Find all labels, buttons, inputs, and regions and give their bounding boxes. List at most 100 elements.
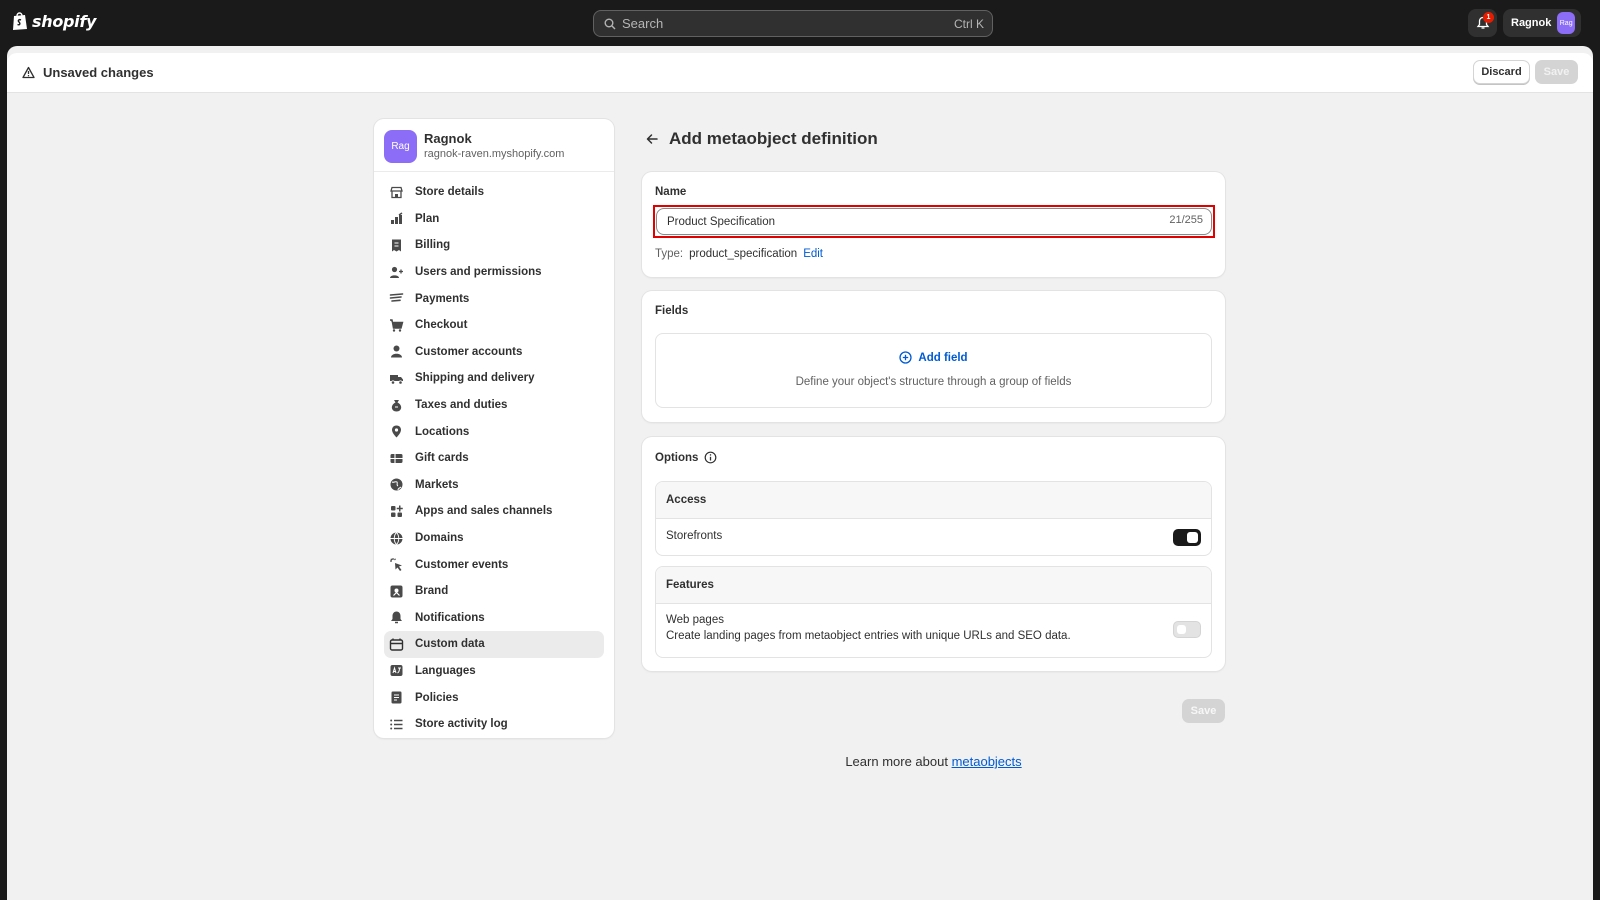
features-heading: Features	[656, 567, 1211, 604]
sidebar-item-brand[interactable]: Brand	[384, 578, 604, 605]
sidebar-item-payments[interactable]: Payments	[384, 285, 604, 312]
sidebar-item-label: Plan	[415, 212, 440, 225]
store-icon	[389, 185, 404, 200]
info-icon[interactable]	[704, 451, 717, 464]
search-bar[interactable]: Search Ctrl K	[593, 10, 993, 37]
policies-icon	[389, 690, 404, 705]
discard-button[interactable]: Discard	[1473, 60, 1530, 84]
sidebar-item-notifications[interactable]: Notifications	[384, 605, 604, 632]
list-icon	[389, 717, 404, 732]
fields-card: Fields Add field Define your object's st…	[642, 291, 1225, 422]
fields-label: Fields	[655, 305, 689, 317]
sidebar-item-label: Billing	[415, 239, 451, 252]
page-title: Add metaobject definition	[669, 129, 878, 148]
sidebar-item-shipping-and-delivery[interactable]: Shipping and delivery	[384, 365, 604, 392]
sidebar-item-users-and-permissions[interactable]: Users and permissions	[384, 259, 604, 286]
save-button-top[interactable]: Save	[1535, 60, 1578, 84]
person-icon	[389, 344, 404, 359]
sidebar-item-apps-and-sales-channels[interactable]: Apps and sales channels	[384, 498, 604, 525]
sidebar-item-label: Payments	[415, 292, 470, 305]
sidebar-item-label: Users and permissions	[415, 266, 542, 279]
sidebar-item-label: Languages	[415, 664, 476, 677]
plus-circle-icon	[899, 351, 913, 364]
options-header: Options	[655, 451, 717, 464]
sidebar-item-customer-accounts[interactable]: Customer accounts	[384, 339, 604, 366]
web-pages-toggle[interactable]	[1173, 621, 1201, 638]
user-avatar: Rag	[1557, 12, 1575, 34]
type-label: Type:	[655, 248, 684, 260]
name-input[interactable]	[656, 208, 1212, 235]
sidebar-item-store-activity-log[interactable]: Store activity log	[384, 711, 604, 738]
name-card: Name 21/255 Type: product_specification …	[642, 172, 1225, 277]
learn-more: Learn more about metaobjects	[642, 754, 1225, 769]
sidebar-item-label: Markets	[415, 478, 459, 491]
access-heading: Access	[656, 482, 1211, 519]
storefronts-label: Storefronts	[666, 530, 723, 542]
payments-icon	[389, 291, 404, 306]
store-url: ragnok-raven.myshopify.com	[424, 148, 565, 160]
sidebar-item-plan[interactable]: Plan	[384, 206, 604, 233]
web-pages-row: Web pages Create landing pages from meta…	[656, 604, 1211, 652]
sidebar-item-label: Customer events	[415, 558, 509, 571]
settings-sidebar: Rag Ragnok ragnok-raven.myshopify.com St…	[374, 119, 614, 738]
sidebar-item-gift-cards[interactable]: Gift cards	[384, 445, 604, 472]
sidebar-item-domains[interactable]: Domains	[384, 525, 604, 552]
store-header[interactable]: Rag Ragnok ragnok-raven.myshopify.com	[374, 119, 614, 172]
domain-globe-icon	[389, 531, 404, 546]
sidebar-item-store-details[interactable]: Store details	[384, 179, 604, 206]
sidebar-item-label: Notifications	[415, 611, 485, 624]
type-value: product_specification	[689, 248, 798, 260]
location-pin-icon	[389, 424, 404, 439]
metaobjects-link[interactable]: metaobjects	[952, 754, 1022, 769]
apps-icon	[389, 504, 404, 519]
top-bar: shopify Search Ctrl K 1 Ragnok Rag	[0, 0, 1600, 46]
notification-badge: 1	[1483, 12, 1494, 23]
sidebar-item-markets[interactable]: Markets	[384, 472, 604, 499]
sidebar-item-label: Gift cards	[415, 452, 469, 465]
sidebar-item-checkout[interactable]: Checkout	[384, 312, 604, 339]
sidebar-item-label: Custom data	[415, 638, 485, 651]
storefronts-toggle[interactable]	[1173, 529, 1201, 546]
sidebar-item-label: Brand	[415, 585, 449, 598]
gift-card-icon	[389, 451, 404, 466]
sidebar-item-label: Store activity log	[415, 718, 508, 731]
settings-nav: Store details Plan Billing Users and permis…	[384, 179, 604, 737]
sidebar-item-label: Checkout	[415, 319, 468, 332]
learn-more-text: Learn more about	[845, 754, 952, 769]
search-icon	[604, 18, 616, 30]
truck-icon	[389, 371, 404, 386]
unsaved-changes-title: Unsaved changes	[43, 65, 154, 80]
sidebar-item-custom-data[interactable]: Custom data	[384, 631, 604, 658]
brand-name: shopify	[32, 11, 97, 31]
options-label: Options	[655, 451, 699, 464]
sidebar-item-customer-events[interactable]: Customer events	[384, 551, 604, 578]
features-section: Features Web pages Create landing pages …	[655, 566, 1212, 658]
save-button-bottom[interactable]: Save	[1182, 699, 1225, 723]
shopify-logo[interactable]: shopify	[12, 11, 96, 31]
user-menu-button[interactable]: Ragnok Rag	[1503, 9, 1581, 37]
sidebar-item-billing[interactable]: Billing	[384, 232, 604, 259]
edit-type-link[interactable]: Edit	[803, 248, 823, 260]
options-card: Options Access Storefronts Features Web …	[642, 437, 1225, 671]
sidebar-item-locations[interactable]: Locations	[384, 418, 604, 445]
sidebar-item-label: Customer accounts	[415, 345, 523, 358]
sidebar-item-languages[interactable]: Languages	[384, 658, 604, 685]
sidebar-item-policies[interactable]: Policies	[384, 684, 604, 711]
sidebar-item-taxes-and-duties[interactable]: Taxes and duties	[384, 392, 604, 419]
sidebar-item-label: Taxes and duties	[415, 399, 508, 412]
type-row: Type: product_specification Edit	[655, 248, 823, 260]
shopify-bag-icon	[13, 12, 27, 30]
fields-empty-state: Add field Define your object's structure…	[655, 333, 1212, 408]
sidebar-item-label: Locations	[415, 425, 470, 438]
back-arrow-icon[interactable]	[641, 128, 663, 150]
tax-bag-icon	[389, 398, 404, 413]
add-field-button[interactable]: Add field	[656, 351, 1211, 364]
name-label: Name	[655, 186, 687, 198]
notifications-button[interactable]: 1	[1468, 9, 1497, 37]
web-pages-description: Create landing pages from metaobject ent…	[666, 630, 1071, 642]
billing-icon	[389, 238, 404, 253]
sidebar-item-label: Shipping and delivery	[415, 372, 535, 385]
plan-icon	[389, 211, 404, 226]
store-name: Ragnok	[424, 131, 472, 146]
web-pages-label: Web pages	[666, 614, 724, 626]
